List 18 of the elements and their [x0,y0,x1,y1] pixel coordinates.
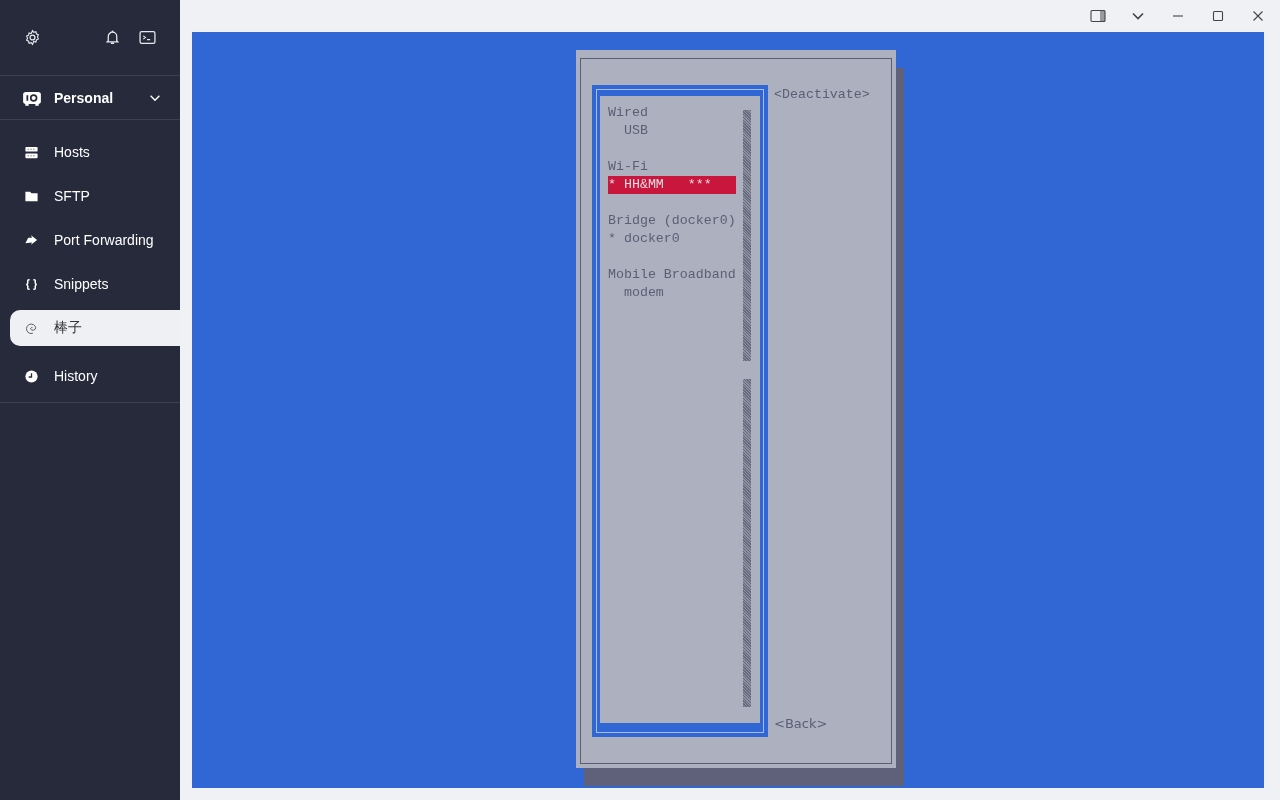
section-title: Wi-Fi [608,158,649,176]
section-title: Mobile Broadband [608,266,737,284]
sidebar-item[interactable]: 棒子 [10,310,180,346]
bell-icon[interactable] [104,29,121,46]
section-title: Bridge (docker0) [608,212,737,230]
section-title: Wired [608,104,649,122]
side-panel-icon[interactable] [1090,8,1106,24]
clock-icon [24,368,39,384]
connection-item[interactable]: * HH&MM *** [608,176,736,194]
maximize-icon[interactable] [1210,8,1226,24]
server-rack-icon [24,144,39,160]
settings-icon[interactable] [24,29,41,46]
profile-selector[interactable]: Personal [0,76,180,120]
scroll-track[interactable] [743,110,751,361]
scroll-track[interactable] [743,379,751,707]
braces-icon [24,276,39,292]
terminal-icon[interactable] [139,29,156,46]
swirl-icon [24,320,39,336]
